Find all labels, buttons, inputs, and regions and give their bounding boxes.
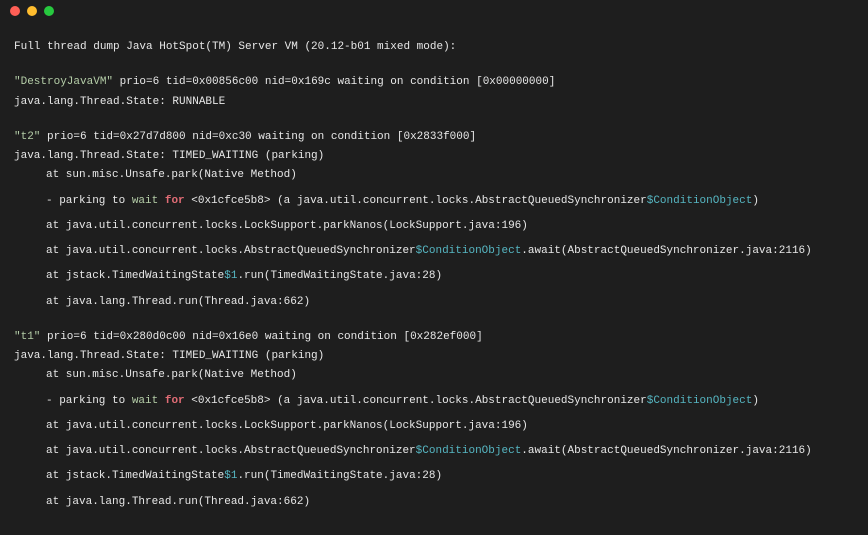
stack-line: at java.util.concurrent.locks.LockSuppor… bbox=[14, 417, 854, 436]
thread-attrs: prio=6 tid=0x00856c00 nid=0x169c waiting… bbox=[113, 76, 555, 88]
stack-line: at jstack.TimedWaitingState$1.run(TimedW… bbox=[14, 467, 854, 486]
thread-attrs: prio=6 tid=0x280d0c00 nid=0x16e0 waiting… bbox=[40, 331, 482, 343]
thread-name: "DestroyJavaVM" bbox=[14, 76, 113, 88]
stack-line: at java.lang.Thread.run(Thread.java:662) bbox=[14, 293, 854, 312]
thread-name: "t1" bbox=[14, 331, 40, 343]
minimize-icon[interactable] bbox=[27, 6, 37, 16]
stack-line: at sun.misc.Unsafe.park(Native Method) bbox=[14, 166, 854, 185]
stack-line: - parking to wait for <0x1cfce5b8> (a ja… bbox=[14, 392, 854, 411]
thread-t2-state: java.lang.Thread.State: TIMED_WAITING (p… bbox=[14, 147, 854, 166]
window-titlebar bbox=[0, 0, 868, 22]
thread-t1-header: "t1" prio=6 tid=0x280d0c00 nid=0x16e0 wa… bbox=[14, 328, 854, 347]
thread-destroy-header: "DestroyJavaVM" prio=6 tid=0x00856c00 ni… bbox=[14, 73, 854, 92]
thread-t1-state: java.lang.Thread.State: TIMED_WAITING (p… bbox=[14, 347, 854, 366]
stack-line: at sun.misc.Unsafe.park(Native Method) bbox=[14, 366, 854, 385]
close-icon[interactable] bbox=[10, 6, 20, 16]
stack-line: at java.util.concurrent.locks.AbstractQu… bbox=[14, 442, 854, 461]
thread-t2-header: "t2" prio=6 tid=0x27d7d800 nid=0xc30 wai… bbox=[14, 128, 854, 147]
stack-line: at jstack.TimedWaitingState$1.run(TimedW… bbox=[14, 267, 854, 286]
dump-header: Full thread dump Java HotSpot(TM) Server… bbox=[14, 38, 854, 57]
thread-attrs: prio=6 tid=0x27d7d800 nid=0xc30 waiting … bbox=[40, 131, 476, 143]
maximize-icon[interactable] bbox=[44, 6, 54, 16]
thread-destroy-state: java.lang.Thread.State: RUNNABLE bbox=[14, 93, 854, 112]
stack-line: at java.util.concurrent.locks.LockSuppor… bbox=[14, 217, 854, 236]
stack-line: at java.lang.Thread.run(Thread.java:662) bbox=[14, 493, 854, 512]
stack-line: at java.util.concurrent.locks.AbstractQu… bbox=[14, 242, 854, 261]
thread-name: "t2" bbox=[14, 131, 40, 143]
stack-line: - parking to wait for <0x1cfce5b8> (a ja… bbox=[14, 192, 854, 211]
terminal-output: Full thread dump Java HotSpot(TM) Server… bbox=[0, 22, 868, 526]
